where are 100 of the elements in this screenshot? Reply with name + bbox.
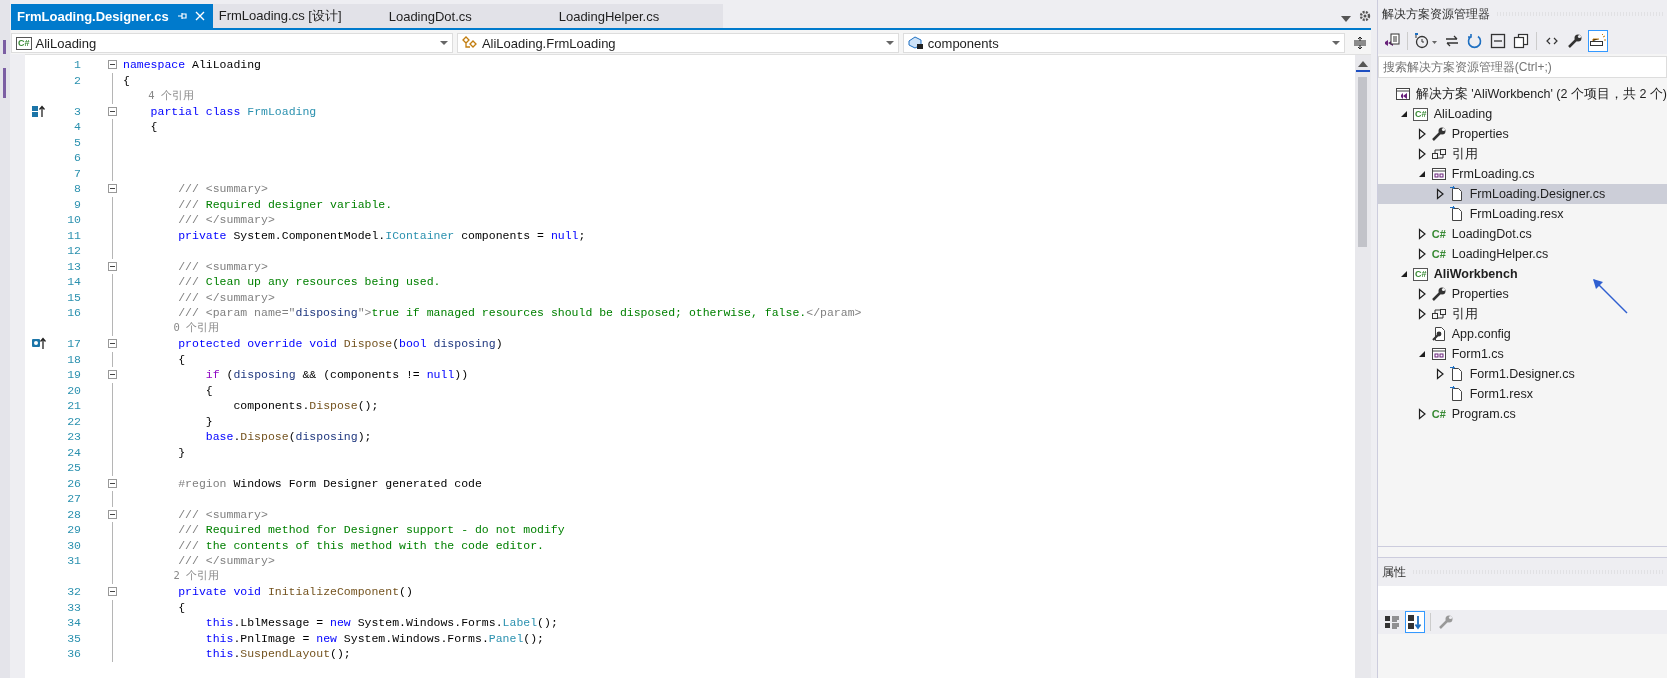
code-line: /// the contents of this method with the code editor.	[177, 538, 544, 552]
tree-item[interactable]: C# AliWorkbench	[1377, 264, 1667, 284]
navigation-dropdown[interactable]: AliLoading.FrmLoading	[456, 33, 899, 53]
caret-icon	[439, 41, 448, 45]
collapse-icon[interactable]	[108, 60, 118, 70]
collapsed-icon[interactable]	[1416, 288, 1427, 300]
line-number: 30	[67, 538, 81, 552]
references-icon	[1430, 146, 1447, 162]
clock-icon	[1413, 33, 1438, 49]
preview-icon	[1588, 33, 1607, 49]
code-line: }	[204, 414, 213, 428]
reference-count[interactable]: 0 个引用	[121, 321, 220, 336]
tree-item[interactable]: 解决方案 'AliWorkbench' (2 个项目，共 2 个)	[1377, 84, 1667, 104]
document-tab[interactable]: FrmLoading.cs [设计]	[212, 4, 383, 28]
tree-item[interactable]: FrmLoading.Designer.cs	[1377, 184, 1667, 204]
document-tab[interactable]: LoadingHelper.cs	[552, 4, 723, 28]
code-line: {	[149, 120, 158, 134]
collapse-icon[interactable]	[108, 587, 118, 597]
code-line: private void InitializeComponent()	[177, 585, 413, 599]
collapse-icon[interactable]	[108, 339, 118, 349]
code-line: /// <summary>	[177, 182, 268, 196]
tree-item[interactable]: Form1.Designer.cs	[1377, 364, 1667, 384]
collapsed-icon[interactable]	[1416, 228, 1427, 240]
document-tab[interactable]: LoadingDot.cs	[382, 4, 553, 28]
line-number: 22	[67, 414, 81, 428]
tree-item[interactable]: Properties	[1377, 284, 1667, 304]
wrench-icon	[1430, 286, 1447, 302]
preview-button[interactable]	[1587, 30, 1608, 52]
document-tab[interactable]: FrmLoading.Designer.cs	[11, 4, 213, 28]
reference-count[interactable]: 4 个引用	[121, 88, 194, 103]
collapsed-icon[interactable]	[1434, 188, 1445, 200]
line-number: 32	[67, 585, 81, 599]
tree-item[interactable]: Form1.resx	[1377, 384, 1667, 404]
collapse-icon[interactable]	[108, 478, 118, 488]
reference-count[interactable]: 2 个引用	[121, 569, 220, 584]
tree-item[interactable]: C# LoadingHelper.cs	[1377, 244, 1667, 264]
tree-item[interactable]: Properties	[1377, 124, 1667, 144]
code-line: /// </summary>	[177, 554, 275, 568]
collapsed-icon[interactable]	[1416, 308, 1427, 320]
line-number: 23	[67, 430, 81, 444]
line-number: 6	[74, 151, 81, 165]
tree-item[interactable]: C# LoadingDot.cs	[1377, 224, 1667, 244]
search-field[interactable]: 搜索解决方案资源管理器(Ctrl+;)	[1377, 56, 1667, 78]
navigation-dropdown[interactable]: components	[902, 33, 1345, 53]
alphabetical-button[interactable]	[1404, 611, 1425, 633]
collapsed-icon[interactable]	[1416, 248, 1427, 260]
code-line: /// <summary>	[177, 259, 268, 273]
panel-title: 解决方案资源管理器	[1381, 5, 1490, 23]
collapsed-icon[interactable]	[1416, 128, 1427, 140]
sync-icon	[1443, 33, 1460, 49]
tree-item[interactable]: C# Program.cs	[1377, 404, 1667, 424]
line-number: 19	[67, 368, 81, 382]
override-marker-icon[interactable]	[31, 337, 47, 351]
line-number: 4	[74, 120, 81, 134]
line-number: 15	[67, 290, 81, 304]
scrollbar-thumb[interactable]	[1358, 77, 1368, 247]
code-line: this.SuspendLayout();	[204, 647, 351, 661]
code-line: #region Windows Form Designer generated code	[177, 476, 482, 490]
collapse-icon[interactable]	[108, 509, 118, 519]
code-line: private System.ComponentModel.IContainer components = null;	[177, 228, 586, 242]
sort-icon	[1406, 614, 1423, 630]
collapse-icon[interactable]	[108, 370, 118, 380]
code-line: partial class FrmLoading	[149, 104, 317, 118]
line-number: 17	[67, 337, 81, 351]
settings-icon[interactable]	[1358, 10, 1371, 22]
code-line: {	[204, 383, 213, 397]
tree-item[interactable]: App.config	[1377, 324, 1667, 344]
tree-item[interactable]: Form1.cs	[1377, 344, 1667, 364]
collapsed-icon[interactable]	[1434, 368, 1445, 380]
close-icon[interactable]	[194, 11, 205, 21]
tree-item[interactable]: C# AliLoading	[1377, 104, 1667, 124]
pin-icon[interactable]	[176, 11, 187, 21]
split-window-icon[interactable]	[1352, 36, 1367, 50]
collapse-icon[interactable]	[108, 261, 118, 271]
collapse-icon[interactable]	[108, 184, 118, 194]
tree-item[interactable]: FrmLoading.resx	[1377, 204, 1667, 224]
line-number: 12	[67, 244, 81, 258]
solution-icon	[1394, 86, 1411, 102]
code-line: /// <param name="disposing">true if managed resources should be disposed; otherwise, false.</param>	[177, 306, 862, 320]
file-icon	[1448, 206, 1465, 222]
dropdown-icon[interactable]	[1340, 16, 1351, 22]
line-number: 16	[67, 306, 81, 320]
code-line: {	[122, 73, 130, 87]
scroll-up-icon[interactable]	[1357, 61, 1368, 67]
tree-item[interactable]: 引用	[1377, 304, 1667, 324]
tree-item[interactable]: 引用	[1377, 144, 1667, 164]
line-number: 24	[67, 445, 81, 459]
line-number: 36	[67, 647, 81, 661]
collapsed-icon[interactable]	[1416, 148, 1427, 160]
switch-views-icon	[1383, 33, 1400, 49]
implementation-marker-icon[interactable]	[31, 104, 47, 118]
line-number: 20	[67, 383, 81, 397]
navigation-dropdown[interactable]: C# AliLoading	[11, 33, 453, 53]
line-number: 5	[74, 135, 81, 149]
collapsed-icon[interactable]	[1416, 408, 1427, 420]
line-number: 2	[74, 73, 81, 87]
tree-item[interactable]: FrmLoading.cs	[1377, 164, 1667, 184]
line-number: 31	[67, 554, 81, 568]
scrollbar[interactable]	[1354, 55, 1371, 678]
collapse-icon[interactable]	[108, 106, 118, 116]
